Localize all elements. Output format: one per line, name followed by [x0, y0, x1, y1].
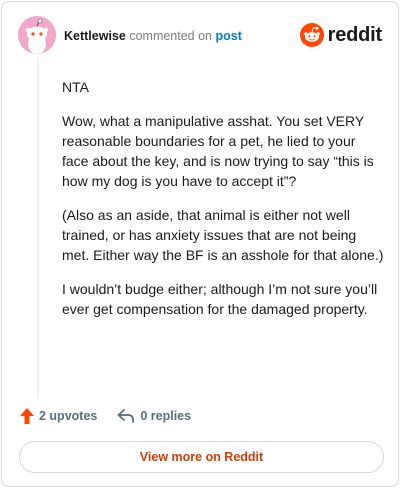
reply-arrow-icon [117, 409, 135, 423]
reddit-logo[interactable]: reddit [299, 21, 383, 49]
post-link[interactable]: post [216, 29, 242, 43]
comment-body: NTA Wow, what a manipulative asshat. You… [62, 77, 384, 333]
reply-count: 0 replies [140, 409, 192, 423]
byline-verb: commented on [129, 29, 213, 43]
comment-paragraph: NTA [62, 79, 89, 95]
comment-paragraph: (Also as an aside, that animal is either… [62, 207, 384, 263]
comment-actions: 2 upvotes 0 replies [20, 406, 211, 426]
upvote-count: 2 upvotes [39, 409, 98, 423]
upvote-button[interactable]: 2 upvotes [20, 408, 97, 424]
upvote-arrow-icon [20, 408, 34, 424]
snoo-avatar-icon [18, 16, 56, 54]
byline: Kettlewise commented on post [64, 28, 242, 44]
comment-embed-card: Kettlewise commented on post reddit NTA … [1, 1, 399, 487]
comment-paragraph: Wow, what a manipulative asshat. You set… [62, 113, 374, 189]
comment-header: Kettlewise commented on post reddit [18, 16, 382, 56]
username-link[interactable]: Kettlewise [64, 29, 126, 43]
view-more-button[interactable]: View more on Reddit [19, 441, 384, 473]
reddit-wordmark: reddit [327, 23, 383, 46]
reply-button[interactable]: 0 replies [117, 409, 191, 423]
reddit-logo-icon [299, 23, 324, 47]
thread-line [37, 58, 39, 398]
user-avatar[interactable] [18, 16, 56, 54]
comment-paragraph: I wouldn’t budge either; although I’m no… [62, 281, 378, 317]
